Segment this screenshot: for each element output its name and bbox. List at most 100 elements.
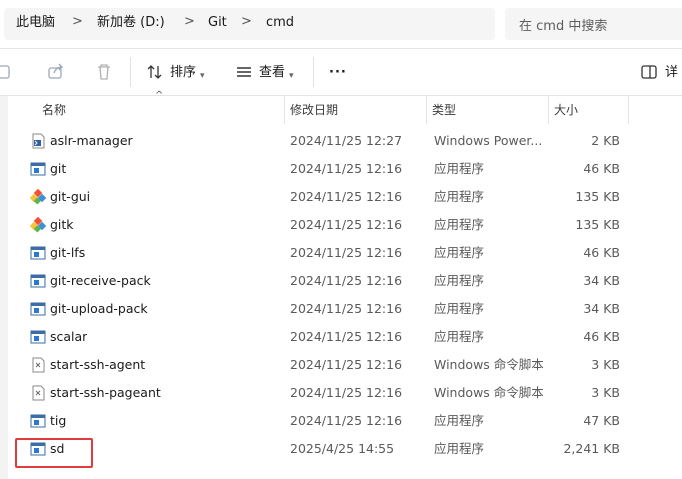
file-modified-date: 2024/11/25 12:16 (290, 189, 403, 204)
file-modified-date: 2024/11/25 12:16 (290, 385, 403, 400)
toolbar-divider (130, 57, 131, 87)
file-name[interactable]: git-upload-pack (50, 295, 148, 323)
file-name[interactable]: aslr-manager (50, 127, 133, 155)
column-header: 名称 ^ 修改日期 类型 大小 (0, 90, 682, 124)
toolbar-divider (313, 57, 314, 87)
file-row[interactable]: app-icongit-lfs2024/11/25 12:16应用程序46 KB (22, 239, 682, 267)
file-row[interactable]: script-iconstart-ssh-pageant2024/11/25 1… (22, 379, 682, 407)
copy-icon[interactable] (0, 63, 14, 81)
navigation-pane-edge (0, 96, 8, 479)
file-type: Windows 命令脚本 (434, 385, 544, 400)
file-type: 应用程序 (434, 329, 485, 344)
address-bar: 此电脑 > 新加卷 (D:) > Git > cmd 在 cmd 中搜索 (0, 0, 682, 48)
view-icon[interactable] (235, 63, 253, 81)
file-type: 应用程序 (434, 273, 485, 288)
file-name[interactable]: gitk (50, 211, 74, 239)
file-size: 3 KB (591, 357, 620, 372)
file-modified-date: 2024/11/25 12:16 (290, 301, 403, 316)
file-modified-date: 2024/11/25 12:16 (290, 217, 403, 232)
file-name[interactable]: git-gui (50, 183, 90, 211)
search-placeholder: 在 cmd 中搜索 (519, 19, 608, 34)
chevron-down-icon: ▾ (200, 71, 205, 81)
file-size: 3 KB (591, 385, 620, 400)
file-modified-date: 2024/11/25 12:16 (290, 413, 403, 428)
app-icon (30, 246, 46, 260)
breadcrumb-separator-icon: > (184, 14, 195, 29)
file-modified-date: 2024/11/25 12:16 (290, 273, 403, 288)
command-bar: 排序 ▾ 查看 ▾ ··· 详 (0, 48, 682, 96)
file-modified-date: 2024/11/25 12:16 (290, 357, 403, 372)
file-modified-date: 2024/11/25 12:16 (290, 245, 403, 260)
search-input[interactable]: 在 cmd 中搜索 (505, 8, 682, 40)
breadcrumb-item-drive[interactable]: 新加卷 (D:) (97, 14, 165, 32)
file-modified-date: 2024/11/25 12:16 (290, 329, 403, 344)
file-modified-date: 2024/11/25 12:27 (290, 133, 403, 148)
file-row[interactable]: script-iconstart-ssh-agent2024/11/25 12:… (22, 351, 682, 379)
file-type: 应用程序 (434, 441, 485, 456)
share-icon[interactable] (47, 63, 65, 81)
view-button[interactable]: 查看 (259, 65, 285, 81)
file-name[interactable]: git-receive-pack (50, 267, 151, 295)
powershell-icon (32, 133, 45, 149)
file-size: 46 KB (583, 329, 620, 344)
breadcrumb-item-git[interactable]: Git (208, 14, 227, 32)
breadcrumb-separator-icon: > (241, 14, 252, 29)
column-header-size[interactable]: 大小 (548, 96, 628, 124)
file-name[interactable]: tig (50, 407, 66, 435)
file-modified-date: 2025/4/25 14:55 (290, 441, 395, 456)
app-icon (30, 330, 46, 344)
breadcrumb-item-this-pc[interactable]: 此电脑 (16, 14, 55, 32)
file-row[interactable]: app-icongit2024/11/25 12:16应用程序46 KB (22, 155, 682, 183)
breadcrumb-item-cmd[interactable]: cmd (266, 14, 294, 32)
sort-button[interactable]: 排序 (170, 65, 196, 81)
file-type: Windows 命令脚本 (434, 357, 544, 372)
file-size: 2,241 KB (563, 441, 620, 456)
file-name[interactable]: scalar (50, 323, 87, 351)
column-divider[interactable] (628, 96, 629, 124)
app-icon (30, 162, 46, 176)
file-type: Windows Power... (434, 133, 543, 148)
file-row[interactable]: app-icontig2024/11/25 12:16应用程序47 KB (22, 407, 682, 435)
app-icon (30, 274, 46, 288)
details-pane-icon[interactable] (640, 63, 658, 81)
column-header-date[interactable]: 修改日期 (284, 96, 426, 124)
file-size: 47 KB (583, 413, 620, 428)
file-row[interactable]: app-iconsd2025/4/25 14:55应用程序2,241 KB (22, 435, 682, 463)
file-size: 2 KB (591, 133, 620, 148)
more-options-button[interactable]: ··· (329, 65, 347, 81)
file-modified-date: 2024/11/25 12:16 (290, 161, 403, 176)
file-size: 46 KB (583, 161, 620, 176)
file-type: 应用程序 (434, 189, 485, 204)
file-type: 应用程序 (434, 217, 485, 232)
file-name[interactable]: git (50, 155, 66, 183)
chevron-down-icon: ▾ (289, 71, 294, 81)
file-row[interactable]: app-icongit-upload-pack2024/11/25 12:16应… (22, 295, 682, 323)
file-row[interactable]: powershell-iconaslr-manager2024/11/25 12… (22, 127, 682, 155)
details-button[interactable]: 详 (665, 65, 678, 81)
file-row[interactable]: git-diamond-icongit-gui2024/11/25 12:16应… (22, 183, 682, 211)
sort-ascending-icon: ^ (155, 90, 164, 101)
breadcrumb-separator-icon: > (72, 14, 83, 29)
file-row[interactable]: git-diamond-icongitk2024/11/25 12:16应用程序… (22, 211, 682, 239)
file-size: 34 KB (583, 273, 620, 288)
file-size: 46 KB (583, 245, 620, 260)
column-header-type[interactable]: 类型 (426, 96, 548, 124)
file-type: 应用程序 (434, 245, 485, 260)
file-name[interactable]: git-lfs (50, 239, 85, 267)
script-icon (32, 385, 45, 401)
file-size: 34 KB (583, 301, 620, 316)
file-row[interactable]: app-iconscalar2024/11/25 12:16应用程序46 KB (22, 323, 682, 351)
sort-icon[interactable] (146, 63, 164, 81)
file-type: 应用程序 (434, 161, 485, 176)
file-name[interactable]: start-ssh-agent (50, 351, 145, 379)
file-type: 应用程序 (434, 413, 485, 428)
file-type: 应用程序 (434, 301, 485, 316)
file-row[interactable]: app-icongit-receive-pack2024/11/25 12:16… (22, 267, 682, 295)
app-icon (30, 302, 46, 316)
git-diamond-icon (30, 217, 46, 233)
file-size: 135 KB (575, 189, 620, 204)
git-diamond-icon (30, 189, 46, 205)
script-icon (32, 357, 45, 373)
file-name[interactable]: start-ssh-pageant (50, 379, 161, 407)
delete-icon[interactable] (95, 63, 113, 81)
